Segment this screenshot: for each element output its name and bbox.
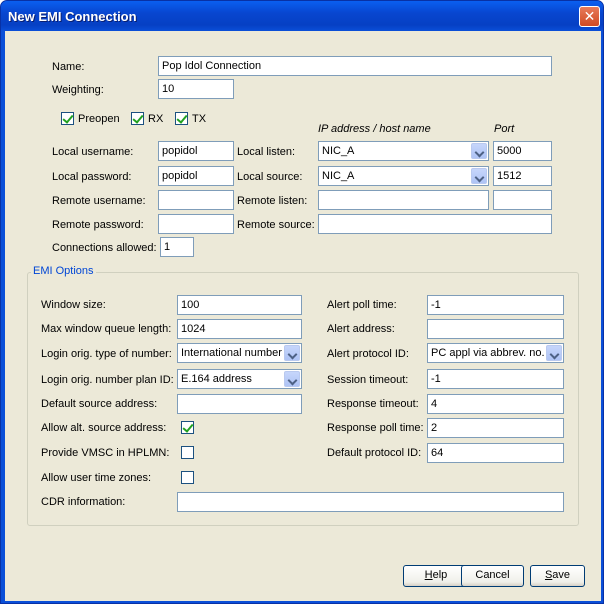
default-protocol-input[interactable]: 64 [427, 443, 564, 463]
close-button[interactable]: ✕ [579, 6, 600, 27]
chevron-down-icon[interactable] [546, 345, 562, 361]
alert-address-input[interactable] [427, 319, 564, 339]
response-timeout-input[interactable]: 4 [427, 394, 564, 414]
remote-source-label: Remote source: [237, 219, 315, 231]
chevron-down-icon[interactable] [471, 168, 487, 184]
alert-poll-time-input[interactable]: -1 [427, 295, 564, 315]
preopen-checkbox[interactable] [61, 112, 74, 125]
login-npi-value: E.164 address [181, 373, 252, 385]
help-label-rest: elp [432, 569, 448, 581]
cdr-information-label: CDR information: [41, 496, 126, 508]
remote-username-input[interactable] [158, 190, 234, 210]
local-source-value: NIC_A [322, 170, 355, 182]
remote-source-input[interactable] [318, 214, 552, 234]
default-source-label: Default source address: [41, 398, 158, 410]
local-source-label: Local source: [237, 171, 303, 183]
tx-label: TX [192, 113, 207, 125]
name-input[interactable]: Pop Idol Connection [158, 56, 552, 76]
chevron-down-icon[interactable] [284, 371, 300, 387]
rx-checkbox[interactable] [131, 112, 144, 125]
default-protocol-label: Default protocol ID: [327, 447, 422, 459]
rx-label: RX [148, 113, 164, 125]
response-poll-time-input[interactable]: 2 [427, 418, 564, 438]
local-username-label: Local username: [52, 146, 134, 158]
weighting-label: Weighting: [52, 84, 104, 96]
session-timeout-label: Session timeout: [327, 374, 409, 386]
max-window-queue-input[interactable]: 1024 [177, 319, 302, 339]
local-listen-label: Local listen: [237, 146, 296, 158]
local-source-port-input[interactable]: 1512 [493, 166, 552, 186]
chevron-down-icon[interactable] [284, 345, 300, 361]
login-npi-select[interactable]: E.164 address [177, 369, 302, 389]
alert-protocol-value: PC appl via abbrev. no. [431, 347, 545, 359]
alert-protocol-label: Alert protocol ID: [327, 348, 409, 360]
login-ton-value: International number [181, 347, 282, 359]
help-button[interactable]: Help [403, 565, 469, 587]
alert-poll-time-label: Alert poll time: [327, 299, 397, 311]
local-listen-value: NIC_A [322, 145, 355, 157]
local-password-input[interactable]: popidol [158, 166, 234, 186]
dialog-content: Name: Pop Idol Connection Weighting: 10 … [5, 31, 601, 601]
alert-protocol-select[interactable]: PC appl via abbrev. no. [427, 343, 564, 363]
name-label: Name: [52, 61, 85, 73]
remote-username-label: Remote username: [52, 195, 146, 207]
allow-time-zones-checkbox[interactable] [181, 471, 194, 484]
max-window-queue-label: Max window queue length: [41, 323, 172, 335]
default-source-input[interactable] [177, 394, 302, 414]
response-timeout-label: Response timeout: [327, 398, 419, 410]
local-source-select[interactable]: NIC_A [318, 166, 489, 186]
login-npi-label: Login orig. number plan ID: [41, 374, 174, 386]
help-mnemonic: H [424, 569, 433, 581]
remote-password-input[interactable] [158, 214, 234, 234]
close-icon: ✕ [583, 8, 596, 24]
allow-alt-source-checkbox[interactable] [181, 421, 194, 434]
save-label-rest: ave [552, 569, 571, 581]
remote-listen-input[interactable] [318, 190, 489, 210]
provide-vmsc-label: Provide VMSC in HPLMN: [41, 447, 170, 459]
remote-password-label: Remote password: [52, 219, 144, 231]
cdr-information-input[interactable] [177, 492, 564, 512]
window-title: New EMI Connection [8, 9, 137, 24]
dialog-window: New EMI Connection ✕ Name: Pop Idol Conn… [0, 0, 604, 604]
connections-allowed-label: Connections allowed: [52, 242, 157, 254]
session-timeout-input[interactable]: -1 [427, 369, 564, 389]
window-size-input[interactable]: 100 [177, 295, 302, 315]
window-size-label: Window size: [41, 299, 106, 311]
login-ton-select[interactable]: International number [177, 343, 302, 363]
cancel-label: Cancel [475, 569, 510, 581]
allow-alt-source-label: Allow alt. source address: [41, 422, 167, 434]
preopen-label: Preopen [78, 113, 120, 125]
local-listen-port-input[interactable]: 5000 [493, 141, 552, 161]
ip-address-header: IP address / host name [318, 123, 431, 135]
local-password-label: Local password: [52, 171, 132, 183]
local-username-input[interactable]: popidol [158, 141, 234, 161]
save-button[interactable]: Save [530, 565, 585, 587]
title-bar[interactable]: New EMI Connection ✕ [1, 1, 603, 31]
local-listen-select[interactable]: NIC_A [318, 141, 489, 161]
allow-time-zones-label: Allow user time zones: [41, 472, 152, 484]
remote-listen-port-input[interactable] [493, 190, 552, 210]
remote-listen-label: Remote listen: [237, 195, 308, 207]
port-header: Port [494, 123, 515, 135]
emi-options-legend: EMI Options [31, 265, 96, 278]
alert-address-label: Alert address: [327, 323, 395, 335]
login-ton-label: Login orig. type of number: [41, 348, 172, 360]
chevron-down-icon[interactable] [471, 143, 487, 159]
response-poll-time-label: Response poll time: [327, 422, 424, 434]
connections-allowed-input[interactable]: 1 [160, 237, 194, 257]
provide-vmsc-checkbox[interactable] [181, 446, 194, 459]
weighting-input[interactable]: 10 [158, 79, 234, 99]
cancel-button[interactable]: Cancel [461, 565, 524, 587]
tx-checkbox[interactable] [175, 112, 188, 125]
